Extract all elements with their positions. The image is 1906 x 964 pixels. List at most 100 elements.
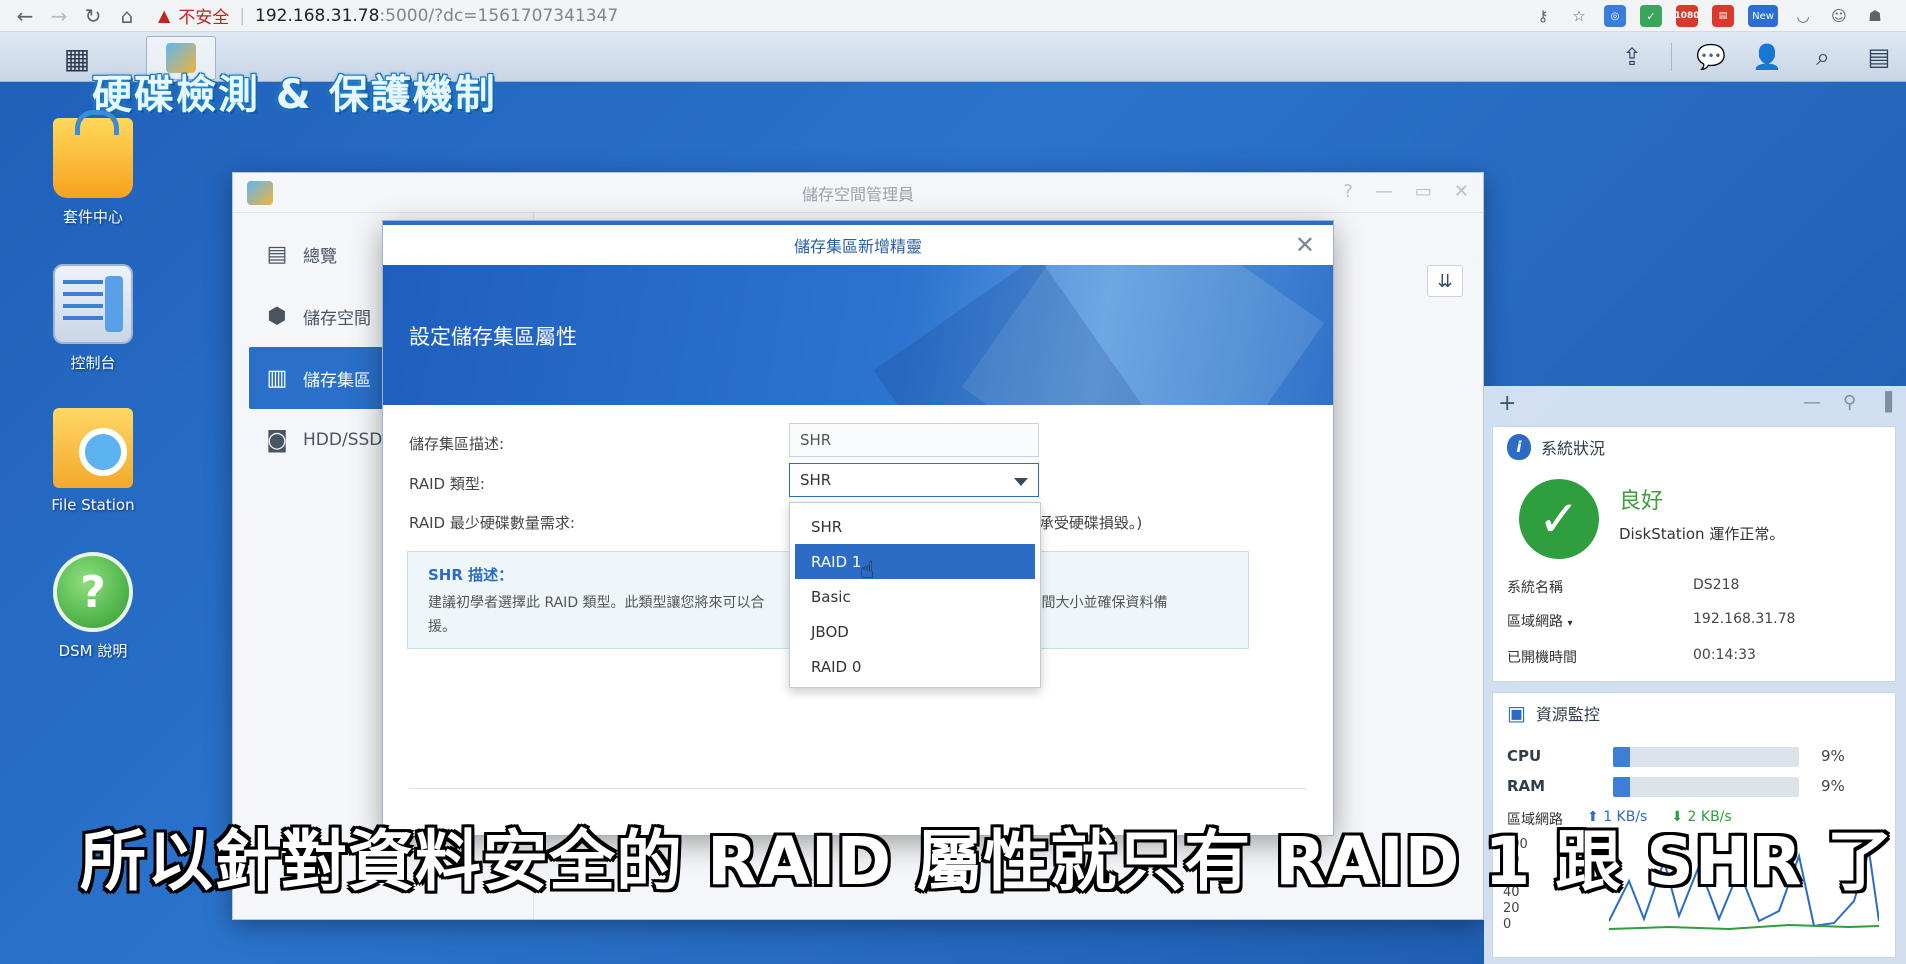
pocket-icon[interactable]: ◡ [1792,5,1814,27]
pdf-extension-icon[interactable]: ▤ [1712,5,1734,27]
notification-icon[interactable]: 💬 [1694,40,1728,74]
resource-monitor-title: 資源監控 [1535,705,1600,724]
overview-icon: ▤ [266,241,288,267]
sidebar-item-label: 儲存空間 [303,308,371,329]
lan-value: 192.168.31.78 [1693,611,1796,627]
add-widget-icon[interactable]: + [1498,391,1516,416]
warning-icon: ▲ [158,6,171,25]
cpu-label: CPU [1507,747,1542,765]
desktop-icon-control-panel[interactable]: 控制台 [28,264,158,373]
system-name-label: 系統名稱 [1507,580,1563,596]
url-host: 192.168.31.78 [255,5,380,26]
minimize-button[interactable]: — [1375,181,1393,202]
uptime-value: 00:14:33 [1693,647,1756,663]
widget-panel-header: + — ⚲ ▐ [1484,386,1906,420]
ram-label: RAM [1507,777,1546,795]
insecure-label: 不安全 [178,8,230,28]
browser-toolbar: ← → ↻ ⌂ ▲ 不安全 | 192.168.31.78 :5000/?dc=… [0,0,1906,32]
raid-type-label: RAID 類型: [409,475,485,493]
uptime-label: 已開機時間 [1507,650,1577,666]
new-extension-badge[interactable]: New [1748,5,1778,27]
cpu-bar-fill [1613,747,1630,767]
raid-type-select[interactable]: SHR [789,463,1039,497]
pool-description-input[interactable]: SHR [789,423,1039,457]
wizard-titlebar: 儲存集區新增精靈 ✕ [383,221,1333,265]
min-disks-hint-text: 承受硬碟損毀。) [1038,514,1143,532]
widgets-icon[interactable]: ▤ [1862,40,1896,74]
window-controls: ? — ▭ ✕ [1343,181,1469,202]
pin-icon[interactable]: ⚲ [1843,392,1856,413]
profile-extension-icon[interactable]: ☗ [1864,5,1886,27]
close-icon[interactable]: ✕ [1295,231,1315,259]
download-line [1609,923,1879,931]
sidebar-item-label: HDD/SSD [303,430,383,450]
upload-icon[interactable]: ⇪ [1615,40,1649,74]
raid-option-raid1[interactable]: RAID 1 [795,544,1035,579]
video-overlay-title: 硬碟檢測 & 保護機制 [92,72,497,118]
ram-value: 9% [1821,777,1845,795]
address-bar[interactable]: ▲ 不安全 | 192.168.31.78 :5000/?dc=15617073… [158,1,618,31]
window-titlebar[interactable]: 儲存空間管理員 ? — ▭ ✕ [233,173,1483,213]
desktop-icon-label: 套件中心 [62,208,123,226]
desktop-icon-dsm-help[interactable]: ? DSM 說明 [28,552,158,661]
desktop-icon-package-center[interactable]: 套件中心 [28,110,158,227]
help-button[interactable]: ? [1343,181,1353,202]
system-status-title: 系統狀況 [1541,439,1606,458]
desktop-icon-label: 控制台 [70,354,116,372]
resource-monitor-header: ▣ 資源監控 [1493,693,1895,733]
ram-bar-fill [1613,777,1630,797]
minimize-widget-icon[interactable]: — [1803,392,1821,413]
sidebar-item-label: 總覽 [303,246,337,267]
min-disks-label: RAID 最少硬碟數量需求: [409,514,575,532]
chat-extension-icon[interactable]: ☺ [1828,5,1850,27]
system-status-header: i 系統狀況 [1493,427,1895,467]
disk-icon: ◙ [266,427,288,453]
file-station-icon [53,408,133,488]
graph-axis-0: 0 [1503,917,1512,932]
star-icon[interactable]: ☆ [1568,5,1590,27]
lan-label-text: 區域網路 [1507,614,1563,630]
sidebar-item-label: 儲存集區 [303,370,371,391]
chevron-down-icon: ▾ [1567,618,1573,629]
system-status-widget: i 系統狀況 ✓ 良好 DiskStation 運作正常。 系統名稱 DS218… [1492,426,1896,682]
address-separator: | [239,5,246,26]
raid-option-basic[interactable]: Basic [795,579,1035,614]
collapse-panel-icon[interactable]: ▐ [1878,392,1892,413]
info-shield-icon: i [1507,434,1531,460]
shr-description-line2: 援。 [428,619,456,635]
raid-type-dropdown: SHR RAID 1 Basic JBOD RAID 0 [789,502,1041,688]
forward-icon[interactable]: → [42,1,76,31]
sort-icon[interactable]: ⇊ [1427,265,1463,297]
close-button[interactable]: ✕ [1454,181,1469,202]
raid-option-raid0[interactable]: RAID 0 [795,649,1035,684]
search-icon[interactable]: ⌕ [1806,40,1840,74]
tray-divider [1671,43,1672,71]
raid-option-shr[interactable]: SHR [795,509,1035,544]
user-icon[interactable]: 👤 [1750,40,1784,74]
url-path: :5000/?dc=1561707341347 [379,5,619,26]
hand-cursor-icon: ☝ [860,556,875,584]
extensions-row: ⚷ ☆ ◎ ✓ 1080 ▤ New ◡ ☺ ☗ [1532,0,1886,32]
search-extension-icon[interactable]: ◎ [1604,5,1626,27]
ram-bar [1613,777,1799,797]
storage-manager-logo-icon [247,181,273,205]
help-icon: ? [53,552,133,632]
shr-description-line1: 建議初學者選擇此 RAID 類型。此類型讓您將來可以合 [428,595,765,611]
storage-pool-icon: ▥ [266,365,288,391]
home-icon[interactable]: ⌂ [110,1,144,31]
lan-label[interactable]: 區域網路 ▾ [1507,611,1572,631]
video-extension-icon[interactable]: 1080 [1674,5,1700,27]
reload-icon[interactable]: ↻ [76,1,110,31]
key-icon[interactable]: ⚷ [1532,5,1554,27]
maximize-button[interactable]: ▭ [1415,181,1432,202]
taskbar-tray: ⇪ 💬 👤 ⌕ ▤ [1615,36,1896,78]
desktop-icon-label: DSM 說明 [58,642,128,660]
cpu-value: 9% [1821,747,1845,765]
back-icon[interactable]: ← [8,1,42,31]
window-title: 儲存空間管理員 [801,184,914,204]
status-good: 良好 [1619,489,1664,514]
check-extension-icon[interactable]: ✓ [1640,5,1662,27]
desktop-icon-file-station[interactable]: File Station [28,408,158,514]
wizard-heading: 設定儲存集區屬性 [409,325,577,349]
raid-option-jbod[interactable]: JBOD [795,614,1035,649]
